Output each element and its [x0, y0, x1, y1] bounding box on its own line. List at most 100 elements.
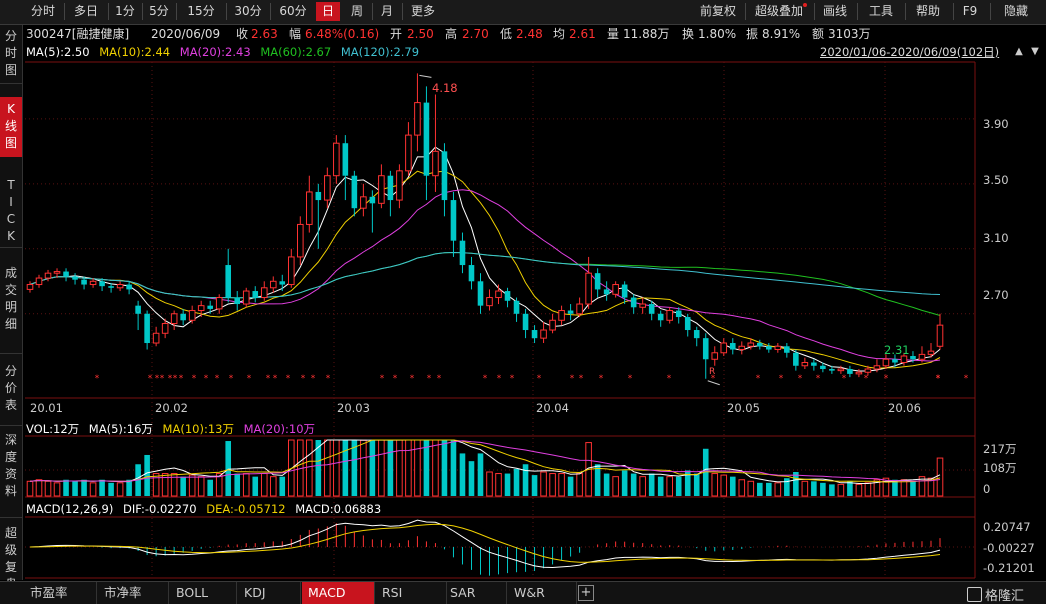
signal-star: *	[380, 374, 385, 384]
macd-dea-label: DEA:-0.05712	[206, 502, 286, 516]
candle-body-down	[910, 356, 916, 360]
indicator-tab-kdj[interactable]: KDJ	[238, 582, 301, 604]
signal-star: *	[779, 374, 784, 384]
candle-body-up	[89, 280, 97, 286]
signal-star: *	[326, 374, 331, 384]
candle-body-up	[585, 272, 592, 305]
volume-bar-up	[53, 482, 61, 497]
volume-bar-down	[477, 453, 484, 496]
signal-star: *	[192, 374, 197, 384]
signal-star: *	[510, 374, 515, 384]
candle-body-up	[432, 150, 439, 177]
candle-body-up	[197, 305, 205, 312]
volume-bar-down	[180, 476, 186, 496]
candle-body-down	[252, 291, 259, 298]
candle-body-up	[747, 342, 755, 347]
high-arrow	[419, 74, 432, 78]
signal-star: *	[393, 374, 398, 384]
indicator-tab-sar[interactable]: SAR	[444, 582, 507, 604]
candle-body-down	[684, 317, 691, 331]
candle-body-up	[936, 324, 944, 347]
candle-body-up	[855, 371, 863, 375]
candle-body-down	[757, 343, 763, 347]
macd-dif-label: DIF:-0.02270	[123, 502, 197, 516]
price-tick-310: 3.10	[983, 231, 1009, 245]
signal-stars: * * * * * * * * * * * * * * * * * * * * * * * * * * * * * * * * * * * * * * * *…	[95, 374, 969, 384]
candle-body-up	[287, 256, 295, 286]
indicator-tab-boll[interactable]: BOLL	[170, 582, 237, 604]
volume-bar-down	[225, 441, 232, 496]
candle-body-up	[414, 102, 421, 136]
candle-body-up	[540, 329, 547, 339]
indicator-tab-rsi[interactable]: RSI	[376, 582, 447, 604]
signal-star: *	[667, 374, 672, 384]
signal-star: *	[215, 374, 220, 384]
add-indicator-icon[interactable]: +	[578, 585, 594, 601]
indicator-tab-wr[interactable]: W&R	[508, 582, 577, 604]
volume-bar-up	[558, 473, 565, 497]
volume-bar-down	[468, 461, 475, 496]
vol-tick-mid: 108万	[983, 461, 1016, 475]
candle-body-down	[847, 369, 853, 374]
volume-bar-up	[378, 439, 385, 497]
vol-ma20-label: MA(20):10万	[243, 422, 316, 436]
indicator-tab-bar: 市盈率 市净率 BOLL KDJ MACD RSI SAR W&R +	[0, 581, 1046, 604]
volume-bar-down	[342, 440, 349, 496]
indicator-tab-pb[interactable]: 市净率	[98, 582, 169, 604]
candle-body-down	[477, 281, 484, 306]
signal-star: *	[884, 374, 889, 384]
volume-bar-down	[99, 479, 105, 496]
volume-ma-lines	[29, 439, 941, 484]
candle-body-up	[576, 303, 583, 315]
volume-bar-up	[152, 473, 160, 497]
candle-body-up	[549, 319, 556, 331]
volume-bar-down	[369, 440, 376, 496]
candle-body-down	[459, 240, 466, 266]
candle-body-up	[396, 170, 403, 201]
candle-body-down	[702, 338, 709, 360]
candle-body-up	[161, 323, 169, 334]
candle-body-up	[720, 342, 728, 354]
candle-body-up	[360, 196, 367, 209]
signal-star: *	[204, 374, 209, 384]
candle-body-up	[666, 310, 673, 321]
volume-bar-up	[495, 473, 502, 497]
signal-star: *	[301, 374, 306, 384]
signal-star: *	[95, 374, 100, 384]
signal-star: *	[266, 374, 271, 384]
indicator-tab-pe[interactable]: 市盈率	[24, 582, 97, 604]
volume-bar-up	[405, 439, 412, 497]
volume-bar-down	[144, 454, 150, 496]
candle-body-down	[180, 313, 186, 321]
volume-bar-down	[252, 476, 259, 496]
price-tick-270: 2.70	[983, 288, 1009, 302]
ma10-line	[29, 170, 941, 369]
candle-body-up	[711, 352, 719, 360]
signal-star: *	[964, 374, 969, 384]
volume-bar-down	[847, 481, 853, 496]
macd-legend: MACD(12,26,9) DIF:-0.02270 DEA:-0.05712 …	[26, 501, 387, 517]
signal-star: *	[311, 374, 316, 384]
signal-star: *	[756, 374, 761, 384]
candle-body-down	[567, 310, 574, 314]
indicator-tab-macd[interactable]: MACD	[302, 582, 375, 604]
volume-bar-up	[432, 439, 439, 497]
volume-bar-up	[188, 474, 196, 497]
volume-bar-down	[820, 482, 826, 496]
candle-body-down	[450, 200, 457, 241]
candle-body-up	[801, 362, 809, 367]
candle-body-up	[35, 277, 43, 286]
macd-value-label: MACD:0.06883	[295, 502, 382, 516]
volume-bar-up	[197, 476, 205, 497]
candle-body-up	[324, 175, 331, 201]
volume-bar-up	[35, 479, 43, 497]
kline-chart[interactable]: * * * * * * * * * * * * * * * * * * * * * * * * * * * * * * * * * * * * * * * *…	[0, 0, 1046, 580]
candle-body-up	[306, 191, 313, 225]
signal-star: *	[936, 374, 941, 384]
candle-body-down	[135, 305, 141, 314]
volume-bar-down	[522, 464, 529, 496]
signal-star: *	[798, 374, 803, 384]
candle-body-down	[675, 310, 682, 318]
volume-bars	[26, 439, 944, 497]
volume-bar-up	[269, 476, 277, 497]
